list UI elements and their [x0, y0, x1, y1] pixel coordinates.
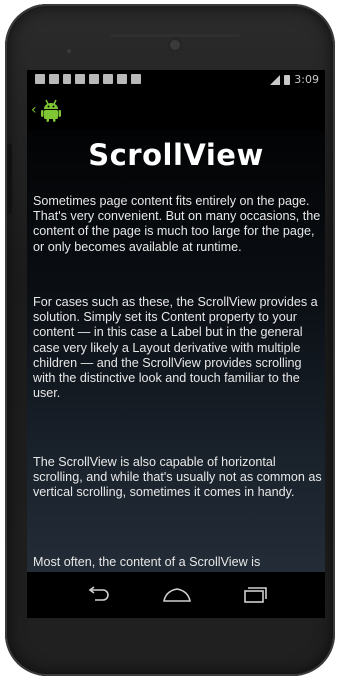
recents-icon [244, 587, 267, 603]
power-button [7, 144, 12, 214]
proximity-sensor [67, 49, 71, 53]
action-bar[interactable]: ‹ [27, 90, 325, 130]
paragraph: The ScrollView is also capable of horizo… [33, 455, 322, 500]
notification-icon [49, 74, 59, 84]
scroll-view[interactable]: ScrollView Sometimes page content fits e… [27, 130, 325, 572]
back-icon [88, 586, 109, 601]
notification-icons [35, 74, 141, 84]
paragraph: Sometimes page content fits entirely on … [33, 194, 321, 254]
home-button[interactable] [157, 580, 197, 610]
system-status: 3:09 [270, 73, 319, 86]
status-clock: 3:09 [294, 73, 319, 86]
page-title: ScrollView [88, 138, 264, 172]
battery-icon [284, 74, 291, 85]
signal-icon [270, 74, 281, 85]
back-button[interactable] [79, 580, 119, 610]
mail-icon [75, 74, 85, 84]
person-icon [103, 74, 113, 84]
android-app-icon[interactable] [41, 98, 61, 122]
phone-frame: 3:09 ‹ ScrollView Sometimes page content… [5, 4, 335, 676]
status-bar: 3:09 [27, 70, 325, 90]
media-icon [117, 74, 127, 84]
notification-icon [35, 74, 45, 84]
image-icon [131, 74, 141, 84]
up-caret-icon[interactable]: ‹ [31, 102, 37, 118]
navigation-bar [27, 572, 325, 618]
recents-button[interactable] [235, 580, 275, 610]
earpiece-speaker [110, 34, 240, 37]
paragraph: For cases such as these, the ScrollView … [33, 295, 318, 401]
download-icon [63, 74, 71, 84]
facebook-icon [89, 74, 99, 84]
paragraph: Most often, the content of a ScrollView … [33, 555, 261, 569]
screen: 3:09 ‹ ScrollView Sometimes page content… [27, 70, 325, 618]
home-icon [163, 588, 191, 602]
front-camera [170, 40, 180, 50]
